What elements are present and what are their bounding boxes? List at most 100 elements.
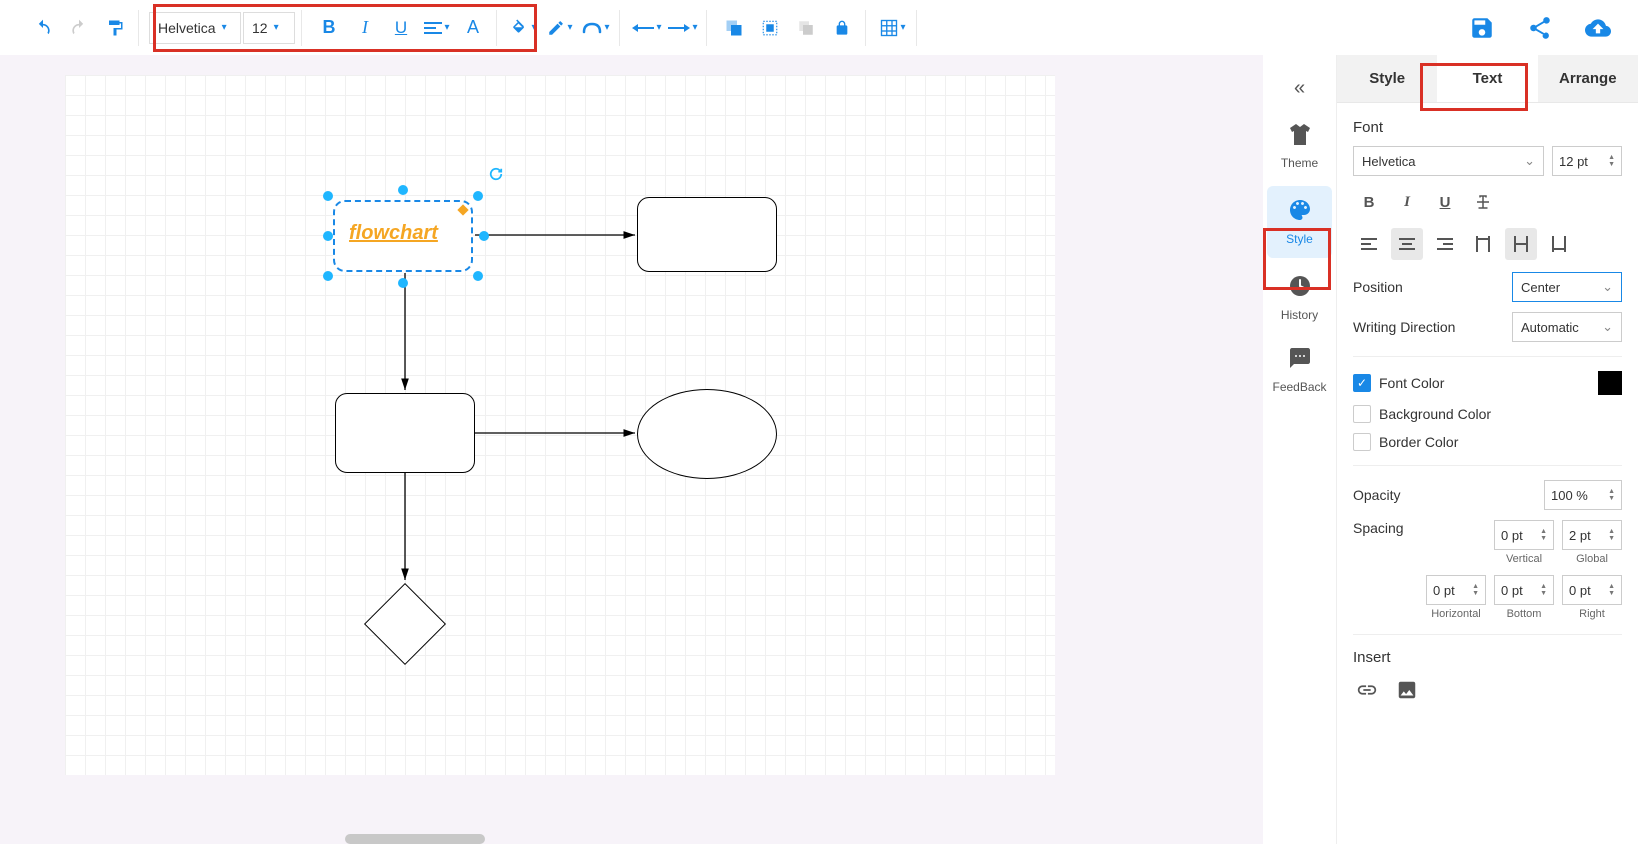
shape-flowchart-selected[interactable]: flowchart [333,200,473,272]
panel-strikethrough-button[interactable] [1467,186,1499,218]
panel-underline-button[interactable]: U [1429,186,1461,218]
spacing-vertical-input[interactable]: 0 pt▲▼ [1494,520,1554,550]
italic-button[interactable]: I [348,11,382,45]
history-label: History [1281,308,1318,322]
undo-button[interactable] [26,11,60,45]
sel-handle-e[interactable] [479,231,489,241]
font-color-swatch[interactable] [1598,371,1622,395]
vertical-sidebar: « Theme Style History FeedBack [1263,55,1336,844]
canvas-wrap: flowchart [0,55,1263,844]
sel-handle-sw[interactable] [323,271,333,281]
stepper-icon[interactable]: ▲▼ [1472,583,1479,597]
sel-handle-w[interactable] [323,231,333,241]
font-color-button[interactable]: A [456,11,490,45]
clock-icon [1288,274,1312,304]
tab-text[interactable]: Text [1437,55,1537,102]
horizontal-scrollbar[interactable] [345,834,485,844]
panel-italic-button[interactable]: I [1391,186,1423,218]
font-family-select[interactable]: Helvetica ▾ [149,12,241,44]
stepper-icon[interactable]: ▲▼ [1608,154,1615,168]
sel-handle-nw[interactable] [323,191,333,201]
valign-top-button[interactable] [1467,228,1499,260]
save-button[interactable] [1462,8,1502,48]
shape-diamond[interactable] [364,583,446,665]
opacity-value: 100 % [1551,488,1588,503]
shape-ellipse[interactable] [637,389,777,479]
panel-font-size-input[interactable]: 12 pt ▲▼ [1552,146,1622,176]
valign-middle-button[interactable] [1505,228,1537,260]
align-center-button[interactable] [1391,228,1423,260]
chevron-down-icon: ⌄ [1602,279,1613,295]
to-front-button[interactable] [717,11,751,45]
align-left-button[interactable] [1353,228,1385,260]
upload-button[interactable] [1578,8,1618,48]
stepper-icon[interactable]: ▲▼ [1608,488,1615,502]
valign-bottom-button[interactable] [1543,228,1575,260]
table-button[interactable]: ▾ [876,11,910,45]
stepper-icon[interactable]: ▲▼ [1540,528,1547,542]
rotate-handle[interactable] [489,167,503,181]
stepper-icon[interactable]: ▲▼ [1540,583,1547,597]
panel-font-family-value: Helvetica [1362,154,1415,169]
border-color-checkbox[interactable] [1353,433,1371,451]
tab-style[interactable]: Style [1337,55,1437,102]
sidebar-item-theme[interactable]: Theme [1263,110,1336,182]
tab-arrange[interactable]: Arrange [1538,55,1638,102]
underline-button[interactable]: U [384,11,418,45]
spacing-right-input[interactable]: 0 pt ▲▼ [1562,575,1622,605]
position-value: Center [1521,280,1560,295]
font-size-select[interactable]: 12 ▾ [243,12,295,44]
insert-image-button[interactable] [1393,676,1421,704]
redo-button[interactable] [62,11,96,45]
stepper-icon[interactable]: ▲▼ [1608,528,1615,542]
chevron-down-icon: ⌄ [1602,319,1613,335]
format-painter-button[interactable] [98,11,132,45]
spacing-horizontal-input[interactable]: 0 pt▲▼ [1426,575,1486,605]
lock-button[interactable] [825,11,859,45]
position-select[interactable]: Center ⌄ [1512,272,1622,302]
collapse-sidebar-button[interactable]: « [1284,67,1315,110]
sel-handle-n[interactable] [398,185,408,195]
spacing-right-value: 0 pt [1569,583,1591,598]
sel-handle-ne[interactable] [473,191,483,201]
arrow-start-button[interactable]: ▾ [630,11,664,45]
fill-color-button[interactable]: ▾ [507,11,541,45]
font-size-value: 12 [252,20,268,36]
spacing-global-input[interactable]: 2 pt▲▼ [1562,520,1622,550]
spacing-vertical-label: Vertical [1506,553,1542,565]
sel-handle-s[interactable] [398,278,408,288]
share-button[interactable] [1520,8,1560,48]
canvas[interactable]: flowchart [65,75,1055,775]
to-back-button[interactable] [753,11,787,45]
writing-direction-select[interactable]: Automatic ⌄ [1512,312,1622,342]
panel-bold-button[interactable]: B [1353,186,1385,218]
divider [1353,465,1622,466]
duplicate-button[interactable] [789,11,823,45]
arrow-end-button[interactable]: ▾ [666,11,700,45]
shape-rect-3[interactable] [335,393,475,473]
shape-rect-2[interactable] [637,197,777,272]
spacing-bottom-input[interactable]: 0 pt▲▼ [1494,575,1554,605]
main-area: flowchart « Theme St [0,55,1638,844]
sidebar-item-feedback[interactable]: FeedBack [1263,334,1336,406]
stepper-icon[interactable]: ▲▼ [1608,583,1615,597]
sidebar-item-style[interactable]: Style [1267,186,1332,258]
panel-body: Font Helvetica ⌄ 12 pt ▲▼ B I U [1337,103,1638,844]
panel-font-family-select[interactable]: Helvetica ⌄ [1353,146,1544,176]
sel-handle-se[interactable] [473,271,483,281]
spacing-bottom-label: Bottom [1507,608,1542,620]
background-color-checkbox[interactable] [1353,405,1371,423]
font-color-checkbox[interactable]: ✓ [1353,374,1371,392]
anchor-handle[interactable] [457,204,468,215]
opacity-input[interactable]: 100 % ▲▼ [1544,480,1622,510]
sidebar-item-history[interactable]: History [1263,262,1336,334]
bold-button[interactable]: B [312,11,346,45]
align-right-button[interactable] [1429,228,1461,260]
insert-link-button[interactable] [1353,676,1381,704]
spacing-label: Spacing [1353,520,1404,536]
connection-style-button[interactable]: ▾ [579,11,613,45]
line-color-button[interactable]: ▾ [543,11,577,45]
font-family-value: Helvetica [158,20,216,36]
align-button[interactable]: ▾ [420,11,454,45]
insert-section-title: Insert [1353,649,1622,666]
